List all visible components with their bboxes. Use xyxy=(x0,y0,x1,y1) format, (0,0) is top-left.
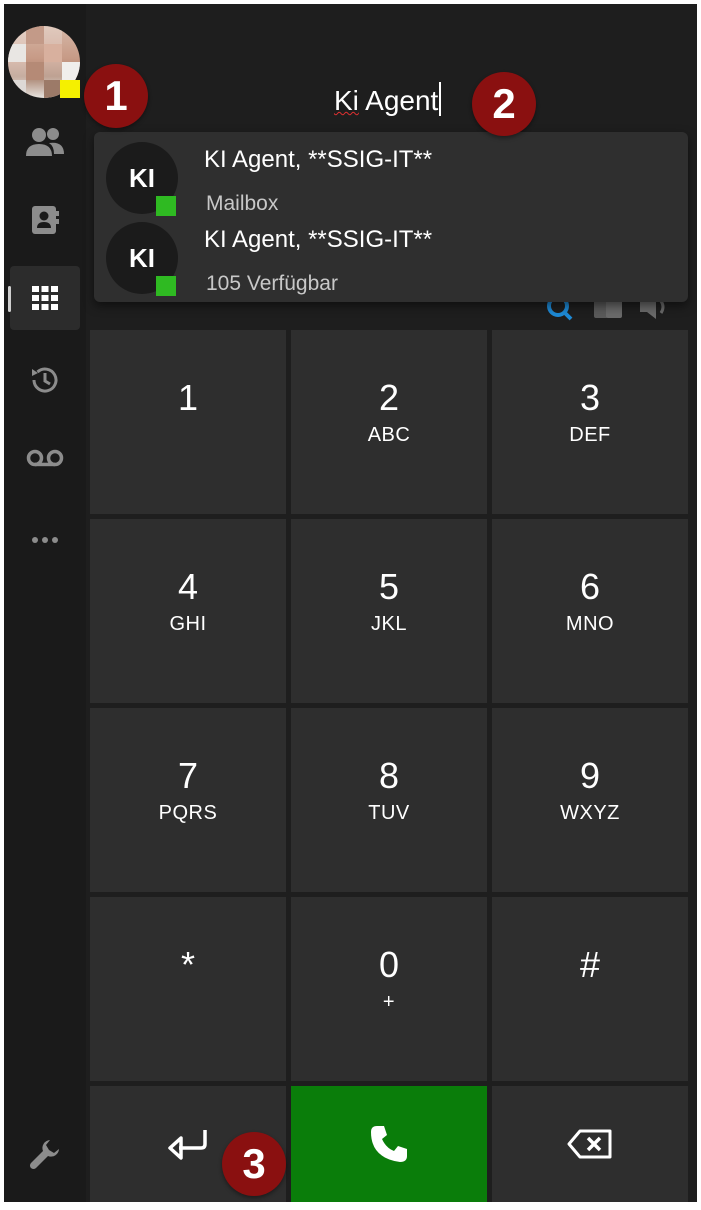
dialpad-key[interactable]: 0 + xyxy=(291,897,487,1081)
key-digit: 7 xyxy=(177,755,199,796)
key-digit: 3 xyxy=(579,377,601,418)
dialpad-key[interactable]: 8 TUV xyxy=(291,708,487,892)
dialpad-key[interactable]: 9 WXYZ xyxy=(492,708,688,892)
key-letters: PQRS xyxy=(158,802,218,824)
suggestion-item[interactable]: KI KI Agent, **SSIG-IT** 105 Verfügbar xyxy=(94,212,688,296)
key-letters: ABC xyxy=(367,424,411,446)
search-input[interactable]: Ki Agent xyxy=(334,82,442,117)
suggestion-item[interactable]: KI KI Agent, **SSIG-IT** Mailbox xyxy=(94,132,688,216)
dialpad-key[interactable]: # xyxy=(492,897,688,1081)
contact-initials: KI xyxy=(129,242,155,273)
sidebar-item-contacts[interactable] xyxy=(10,110,80,174)
contact-detail: 105 Verfügbar xyxy=(206,272,338,295)
search-query-misspelled-word: Ki xyxy=(334,85,359,116)
dialpad-icon xyxy=(32,286,58,310)
key-letters: + xyxy=(382,991,396,1013)
sidebar-item-more[interactable] xyxy=(10,508,80,572)
dialpad-key[interactable]: * xyxy=(90,897,286,1081)
voicemail-icon xyxy=(26,449,64,467)
key-letters: GHI xyxy=(169,613,207,635)
annotation-marker-2: 2 xyxy=(472,72,536,136)
key-letters: WXYZ xyxy=(560,802,620,824)
return-arrow-icon xyxy=(168,1130,207,1160)
search-query-rest: Agent xyxy=(358,85,439,116)
search-suggestions-dropdown: KI KI Agent, **SSIG-IT** Mailbox KI KI A… xyxy=(94,132,688,302)
dialpad-key[interactable]: 3 DEF xyxy=(492,330,688,514)
annotation-marker-1: 1 xyxy=(84,64,148,128)
dialpad-key[interactable]: 2 ABC xyxy=(291,330,487,514)
key-digit: 1 xyxy=(177,377,199,418)
contact-avatar: KI xyxy=(106,222,178,296)
key-digit: # xyxy=(579,944,601,985)
softphone-window: Ki Agent KI KI Agent, **SSIG-IT** Mailbo… xyxy=(4,4,697,1202)
call-button[interactable] xyxy=(291,1086,487,1202)
dialpad-key[interactable]: 4 GHI xyxy=(90,519,286,703)
phone-icon xyxy=(371,1126,407,1162)
sidebar-item-dialpad[interactable] xyxy=(8,266,80,330)
text-cursor xyxy=(439,82,442,116)
key-letters: MNO xyxy=(565,613,615,635)
sidebar-item-address-book[interactable] xyxy=(10,188,80,252)
key-letters: TUV xyxy=(368,802,410,824)
key-letters: DEF xyxy=(569,424,611,446)
contact-card-icon xyxy=(32,206,59,234)
wrench-icon xyxy=(29,1140,59,1170)
key-digit: 0 xyxy=(378,944,400,985)
annotation-marker-3: 3 xyxy=(222,1132,286,1196)
history-icon xyxy=(32,367,58,393)
key-digit: * xyxy=(180,944,195,985)
presence-status-indicator[interactable] xyxy=(60,80,80,98)
backspace-button[interactable] xyxy=(492,1086,688,1202)
key-digit: 9 xyxy=(579,755,601,796)
key-digit: 5 xyxy=(378,566,400,607)
key-digit: 8 xyxy=(378,755,400,796)
contact-initials: KI xyxy=(129,162,155,193)
dialpad-key[interactable]: 5 JKL xyxy=(291,519,487,703)
more-icon xyxy=(32,537,58,543)
dialpad-key[interactable]: 7 PQRS xyxy=(90,708,286,892)
key-letters: JKL xyxy=(371,613,407,635)
contact-avatar: KI xyxy=(106,142,178,216)
sidebar xyxy=(4,4,86,1202)
key-digit: 6 xyxy=(579,566,601,607)
backspace-icon xyxy=(567,1129,612,1159)
contact-name: KI Agent, **SSIG-IT** xyxy=(204,226,433,253)
sidebar-item-call-history[interactable] xyxy=(10,348,80,412)
contact-name: KI Agent, **SSIG-IT** xyxy=(204,146,433,173)
contact-presence-indicator xyxy=(156,276,176,296)
key-digit: 2 xyxy=(378,377,400,418)
dialpad-key[interactable]: 6 MNO xyxy=(492,519,688,703)
people-icon xyxy=(26,128,64,156)
sidebar-item-settings[interactable] xyxy=(10,1122,80,1186)
sidebar-item-voicemail[interactable] xyxy=(10,426,80,490)
key-digit: 4 xyxy=(177,566,199,607)
dialpad-key[interactable]: 1 xyxy=(90,330,286,514)
